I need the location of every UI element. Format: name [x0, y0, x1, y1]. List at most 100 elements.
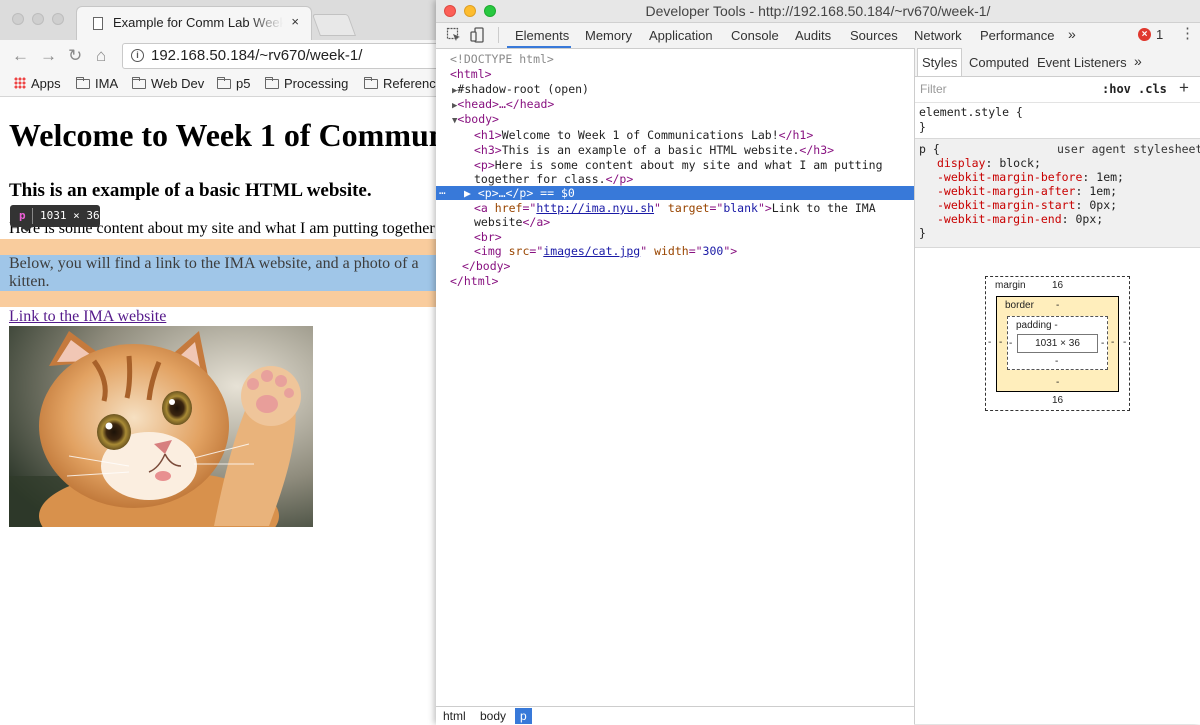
back-arrow-icon[interactable]: ← — [12, 46, 29, 66]
dom-p-first-cont[interactable]: together for class.</p> — [474, 172, 633, 186]
bookmark-web-dev[interactable]: Web Dev — [132, 76, 204, 91]
bookmark-p5[interactable]: p5 — [217, 76, 250, 91]
minimize-window-button[interactable] — [32, 13, 44, 25]
dom-doctype[interactable]: <!DOCTYPE html> — [450, 52, 554, 66]
rule-property[interactable]: display: block; — [937, 156, 1041, 170]
folder-icon — [265, 77, 279, 89]
dom-a[interactable]: <a href="http://ima.nyu.sh" target="blan… — [474, 201, 876, 215]
margin-bottom-value[interactable]: 16 — [1052, 395, 1063, 406]
element-style-selector[interactable]: element.style { — [919, 105, 1023, 119]
tab-styles[interactable]: Styles — [917, 48, 963, 76]
hover-state-toggle[interactable]: :hov — [1102, 82, 1131, 96]
devtools-menu-icon[interactable]: ⋮ — [1180, 26, 1195, 42]
more-tabs-icon[interactable]: » — [1068, 26, 1076, 42]
box-model-margin[interactable]: margin 16 16 - - border - - - - padding … — [985, 276, 1130, 411]
expand-triangle-icon[interactable]: ▶ — [464, 186, 478, 200]
border-left-value[interactable]: - — [999, 337, 1002, 348]
dom-p-selected[interactable]: … ▶ <p>…</p> == $0 — [436, 184, 914, 200]
breadcrumb-html[interactable]: html — [438, 708, 471, 724]
tab-audits[interactable]: Audits — [795, 28, 831, 43]
devtools-window: Developer Tools - http://192.168.50.184/… — [436, 0, 1200, 725]
error-icon[interactable]: × — [1138, 28, 1151, 41]
tab-performance[interactable]: Performance — [980, 28, 1054, 43]
more-tabs-icon[interactable]: » — [1134, 53, 1142, 69]
apps-grid-icon — [14, 77, 26, 89]
margin-left-value[interactable]: - — [988, 337, 991, 348]
error-count[interactable]: 1 — [1156, 27, 1163, 42]
box-model-padding[interactable]: padding - - - - 1031 × 36 — [1007, 316, 1108, 370]
page-subheading: This is an example of a basic HTML websi… — [9, 180, 372, 201]
folder-icon — [217, 77, 231, 89]
dom-body-close[interactable]: </body> — [462, 259, 510, 273]
rule-property[interactable]: -webkit-margin-end: 0px; — [937, 212, 1103, 226]
rule-property[interactable]: -webkit-margin-after: 1em; — [937, 184, 1117, 198]
dom-shadow-root[interactable]: ▶#shadow-root (open) — [452, 82, 589, 96]
tab-close-icon[interactable]: × — [291, 14, 299, 29]
address-bar[interactable]: i 192.168.50.184/~rv670/week-1/ — [122, 43, 436, 69]
browser-tab-active[interactable]: Example for Comm Lab Week 1 × — [76, 6, 312, 40]
styles-filter-row: Filter :hov .cls + — [915, 77, 1200, 103]
bookmark-processing[interactable]: Processing — [265, 76, 348, 91]
breadcrumb-p[interactable]: p — [515, 708, 532, 724]
bookmark-ima[interactable]: IMA — [76, 76, 118, 91]
ellipsis-icon[interactable]: … — [439, 184, 446, 197]
dom-a-cont[interactable]: website</a> — [474, 215, 550, 229]
rule-property[interactable]: -webkit-margin-before: 1em; — [937, 170, 1124, 184]
margin-highlight-top — [0, 239, 436, 255]
breadcrumb-body[interactable]: body — [475, 708, 511, 724]
bookmarks-bar: Apps IMA Web Dev p5 Processing Reference — [0, 72, 436, 97]
tab-network[interactable]: Network — [914, 28, 962, 43]
dom-h3[interactable]: <h3>This is an example of a basic HTML w… — [474, 143, 834, 157]
tab-memory[interactable]: Memory — [585, 28, 632, 43]
border-bottom-value[interactable]: - — [1056, 377, 1059, 388]
bookmark-reference[interactable]: Reference — [364, 76, 436, 91]
selected-node-text: ▶ <p>…</p> == $0 — [464, 186, 575, 200]
border-top-value[interactable]: - — [1056, 300, 1059, 311]
rule-selector[interactable]: p { — [919, 142, 940, 156]
dom-body-open[interactable]: ▼<body> — [452, 112, 499, 126]
folder-icon — [364, 77, 378, 89]
border-right-value[interactable]: - — [1111, 337, 1114, 348]
padding-label: padding - — [1016, 320, 1058, 331]
home-icon[interactable]: ⌂ — [96, 46, 106, 66]
tooltip-separator — [32, 208, 33, 224]
forward-arrow-icon[interactable]: → — [40, 46, 57, 66]
dom-h1[interactable]: <h1>Welcome to Week 1 of Communications … — [474, 128, 813, 142]
bookmark-apps[interactable]: Apps — [14, 76, 61, 91]
dom-img[interactable]: <img src="images/cat.jpg" width="300"> — [474, 244, 737, 258]
margin-top-value[interactable]: 16 — [1052, 280, 1063, 291]
class-toggle[interactable]: .cls — [1138, 82, 1167, 96]
tab-console[interactable]: Console — [731, 28, 779, 43]
zoom-window-button[interactable] — [52, 13, 64, 25]
reload-icon[interactable]: ↻ — [68, 46, 82, 66]
tab-elements[interactable]: Elements — [515, 28, 569, 43]
close-window-button[interactable] — [12, 13, 24, 25]
padding-bottom-value[interactable]: - — [1055, 356, 1058, 367]
dom-html-open[interactable]: <html> — [450, 67, 492, 81]
element-style-close: } — [919, 120, 926, 134]
tab-computed[interactable]: Computed — [969, 55, 1029, 70]
dom-head[interactable]: ▶<head>…</head> — [452, 97, 554, 111]
document-icon — [93, 17, 103, 30]
new-rule-icon[interactable]: + — [1179, 78, 1189, 98]
margin-highlight-bottom — [0, 291, 436, 307]
dom-html-close[interactable]: </html> — [450, 274, 498, 288]
dom-br[interactable]: <br> — [474, 230, 502, 244]
dom-p-first[interactable]: <p>Here is some content about my site an… — [474, 158, 883, 172]
tab-event-listeners[interactable]: Event Listeners — [1037, 55, 1127, 70]
inspect-element-icon[interactable] — [446, 27, 462, 43]
rule-property[interactable]: -webkit-margin-start: 0px; — [937, 198, 1117, 212]
box-model-content[interactable]: 1031 × 36 — [1017, 334, 1098, 353]
margin-label: margin — [995, 280, 1026, 291]
padding-left-value[interactable]: - — [1009, 338, 1012, 349]
padding-right-value[interactable]: - — [1101, 338, 1104, 349]
info-icon[interactable]: i — [131, 49, 144, 62]
tab-sources[interactable]: Sources — [850, 28, 898, 43]
ima-website-link[interactable]: Link to the IMA website — [9, 308, 166, 326]
box-model-border[interactable]: border - - - - padding - - - - 1031 × 36 — [996, 296, 1119, 392]
new-tab-button[interactable] — [311, 14, 357, 36]
tab-application[interactable]: Application — [649, 28, 713, 43]
device-toolbar-icon[interactable] — [470, 27, 486, 43]
margin-right-value[interactable]: - — [1123, 337, 1126, 348]
filter-input[interactable]: Filter — [920, 82, 947, 96]
